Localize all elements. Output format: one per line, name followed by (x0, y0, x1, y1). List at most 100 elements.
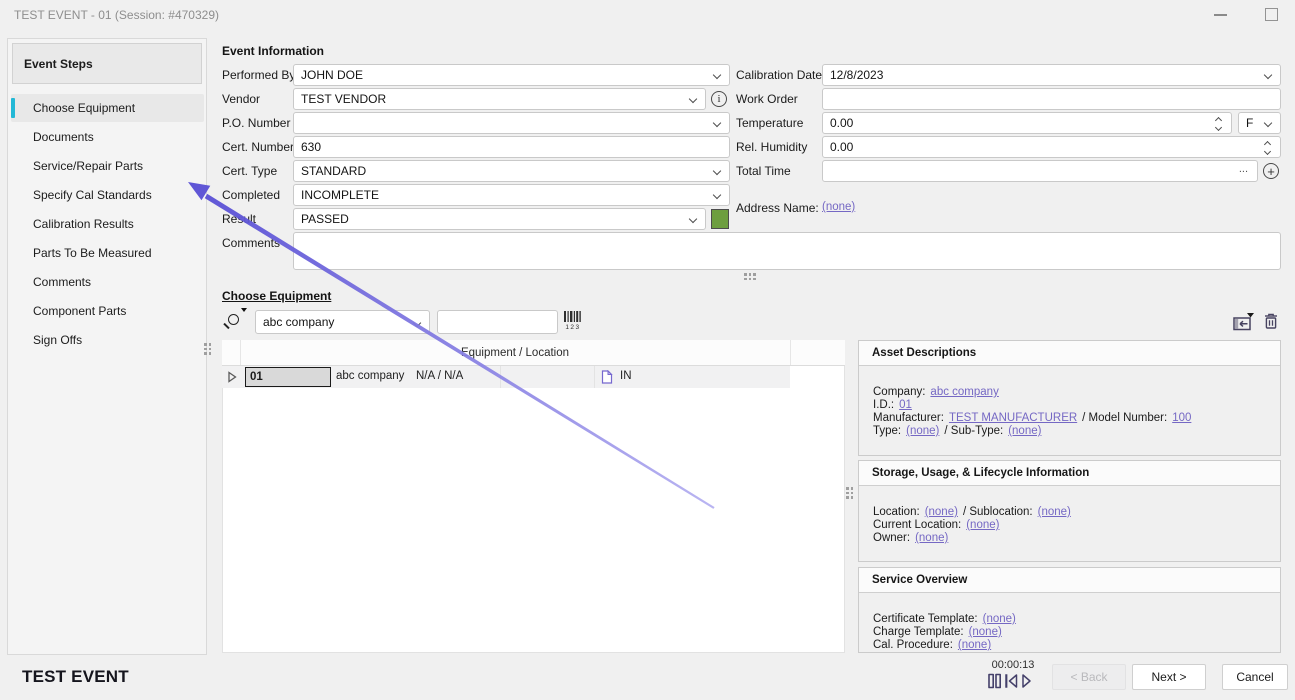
event-steps-title: Event Steps (12, 43, 202, 84)
chevron-down-icon[interactable] (689, 95, 697, 103)
event-steps-panel: Event Steps Choose Equipment Documents S… (7, 38, 207, 655)
sidebar-splitter-grip[interactable] (204, 343, 211, 355)
sidebar-item-sign-offs[interactable]: Sign Offs (11, 326, 204, 354)
window-title: TEST EVENT - 01 (Session: #470329) (14, 8, 219, 22)
spinner-icon[interactable] (1215, 116, 1223, 132)
manufacturer-label: Manufacturer: (873, 412, 944, 424)
vendor-label: Vendor (222, 92, 260, 106)
row-expand-icon[interactable] (227, 371, 237, 383)
result-status-swatch (711, 209, 729, 229)
calibration-date-combobox[interactable]: 12/8/2023 (822, 64, 1281, 86)
document-icon[interactable] (601, 370, 613, 384)
chevron-down-icon[interactable] (713, 119, 721, 127)
performed-by-label: Performed By (222, 68, 295, 82)
chevron-down-icon[interactable] (689, 215, 697, 223)
back-button[interactable]: < Back (1052, 664, 1126, 690)
subtype-label: / Sub-Type: (944, 425, 1003, 437)
storage-lifecycle-title: Storage, Usage, & Lifecycle Information (859, 461, 1280, 486)
sidebar-item-comments[interactable]: Comments (11, 268, 204, 296)
sidebar-item-component-parts[interactable]: Component Parts (11, 297, 204, 325)
playback-controls (988, 673, 1046, 690)
address-name-label: Address Name: (736, 201, 819, 215)
performed-by-combobox[interactable]: JOHN DOE (293, 64, 730, 86)
equipment-company-cell[interactable]: abc company (336, 370, 404, 382)
location-link[interactable]: (none) (925, 506, 958, 518)
type-link[interactable]: (none) (906, 425, 939, 437)
chevron-down-icon[interactable] (713, 191, 721, 199)
owner-label: Owner: (873, 532, 910, 544)
column-chooser-icon[interactable] (1233, 312, 1255, 331)
charge-template-link[interactable]: (none) (969, 626, 1002, 638)
total-time-label: Total Time (736, 164, 791, 178)
sidebar-item-choose-equipment[interactable]: Choose Equipment (11, 94, 204, 122)
sidebar-item-service-repair-parts[interactable]: Service/Repair Parts (11, 152, 204, 180)
company-link[interactable]: abc company (930, 386, 998, 398)
equipment-location-column-header[interactable]: Equipment / Location (240, 340, 790, 366)
search-options-caret-icon[interactable] (241, 308, 247, 312)
model-number-link[interactable]: 100 (1172, 412, 1191, 424)
subtype-link[interactable]: (none) (1008, 425, 1041, 437)
vendor-combobox[interactable]: TEST VENDOR (293, 88, 706, 110)
comments-textarea[interactable] (293, 232, 1281, 270)
cert-type-combobox[interactable]: STANDARD (293, 160, 730, 182)
sublocation-label: / Sublocation: (963, 506, 1033, 518)
chevron-down-icon[interactable] (713, 167, 721, 175)
delete-icon[interactable] (1263, 312, 1279, 330)
chevron-down-icon[interactable] (1264, 119, 1272, 127)
vendor-info-icon[interactable]: i (711, 91, 727, 107)
result-combobox[interactable]: PASSED (293, 208, 706, 230)
equipment-status-cell[interactable]: IN (620, 370, 632, 382)
asset-descriptions-card: Asset Descriptions Company: abc company … (858, 340, 1281, 456)
work-order-input[interactable] (822, 88, 1281, 110)
add-time-icon[interactable]: + (1263, 163, 1279, 179)
sidebar-item-calibration-results[interactable]: Calibration Results (11, 210, 204, 238)
event-name-title: TEST EVENT (22, 667, 129, 687)
sidebar-item-documents[interactable]: Documents (11, 123, 204, 151)
chevron-down-icon[interactable] (713, 71, 721, 79)
current-location-link[interactable]: (none) (966, 519, 999, 531)
chevron-down-icon[interactable] (1264, 71, 1272, 79)
equipment-search-input[interactable] (437, 310, 558, 334)
section-splitter-grip[interactable] (744, 273, 756, 280)
company-label: Company: (873, 386, 925, 398)
equipment-id-cell[interactable]: 01 (245, 367, 331, 387)
panel-splitter-grip[interactable] (846, 487, 853, 499)
cert-number-input[interactable]: 630 (293, 136, 730, 158)
po-number-combobox[interactable] (293, 112, 730, 134)
type-label: Type: (873, 425, 901, 437)
result-label: Result (222, 212, 256, 226)
certificate-template-link[interactable]: (none) (983, 613, 1016, 625)
active-step-indicator (11, 98, 15, 118)
manufacturer-link[interactable]: TEST MANUFACTURER (949, 412, 1077, 424)
chevron-down-icon[interactable] (413, 319, 421, 327)
sublocation-link[interactable]: (none) (1038, 506, 1071, 518)
sidebar-item-specify-cal-standards[interactable]: Specify Cal Standards (11, 181, 204, 209)
minimize-icon[interactable] (1214, 14, 1227, 16)
browse-ellipsis-icon[interactable]: ... (1239, 163, 1248, 175)
temperature-unit-select[interactable]: F (1238, 112, 1281, 134)
company-filter-combobox[interactable]: abc company (255, 310, 430, 334)
cal-procedure-link[interactable]: (none) (958, 639, 991, 651)
completed-combobox[interactable]: INCOMPLETE (293, 184, 730, 206)
maximize-icon[interactable] (1265, 8, 1278, 21)
spinner-icon[interactable] (1264, 140, 1272, 156)
total-time-input[interactable]: ... (822, 160, 1258, 182)
cancel-button[interactable]: Cancel (1222, 664, 1288, 690)
search-icon[interactable] (228, 314, 239, 325)
certificate-template-label: Certificate Template: (873, 613, 978, 625)
calibration-date-label: Calibration Date (736, 68, 822, 82)
sidebar-item-parts-to-be-measured[interactable]: Parts To Be Measured (11, 239, 204, 267)
session-timer: 00:00:13 (975, 659, 1051, 671)
owner-link[interactable]: (none) (915, 532, 948, 544)
equipment-location-cell[interactable]: N/A / N/A (416, 370, 463, 382)
temperature-stepper[interactable]: 0.00 (822, 112, 1232, 134)
address-name-link[interactable]: (none) (822, 201, 855, 213)
current-location-label: Current Location: (873, 519, 961, 531)
temperature-label: Temperature (736, 116, 803, 130)
id-label: I.D.: (873, 399, 894, 411)
id-link[interactable]: 01 (899, 399, 912, 411)
next-button[interactable]: Next > (1132, 664, 1206, 690)
barcode-icon[interactable]: 123 (563, 311, 583, 331)
table-row[interactable]: 01 abc company N/A / N/A IN (222, 366, 790, 388)
rel-humidity-stepper[interactable]: 0.00 (822, 136, 1281, 158)
